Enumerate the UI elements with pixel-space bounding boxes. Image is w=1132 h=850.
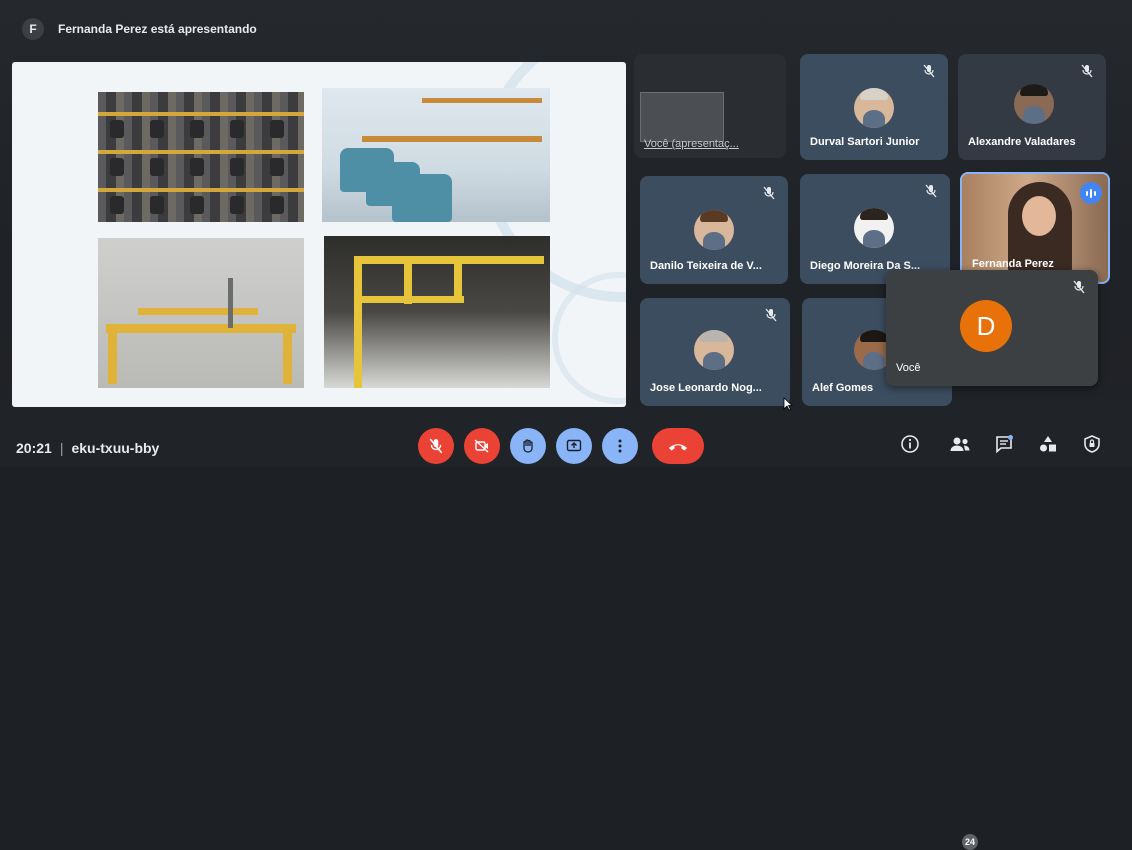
host-controls-button[interactable] bbox=[1078, 430, 1106, 458]
raise-hand-icon bbox=[523, 439, 533, 453]
people-icon bbox=[950, 437, 970, 451]
more-options-icon bbox=[618, 439, 622, 453]
mic-off-icon bbox=[923, 64, 935, 78]
tile-participant[interactable]: Diego Moreira Da S... bbox=[800, 174, 950, 284]
participant-name: Alef Gomes bbox=[812, 382, 874, 394]
meeting-info: 20:21 | eku-txuu-bby bbox=[16, 440, 159, 456]
separator: | bbox=[59, 440, 64, 456]
slide-decoration bbox=[552, 272, 626, 404]
end-call-button[interactable] bbox=[652, 428, 704, 464]
mic-off-icon bbox=[1073, 280, 1085, 294]
presentation-thumbnail-caption bbox=[640, 70, 642, 76]
avatar bbox=[1014, 84, 1054, 124]
tile-participant[interactable]: Alexandre Valadares bbox=[958, 54, 1106, 160]
activities-icon bbox=[1040, 436, 1056, 452]
self-view-tile[interactable]: D Você bbox=[886, 270, 1098, 386]
participant-name: Durval Sartori Junior bbox=[810, 136, 920, 148]
participant-name: Fernanda Perez bbox=[972, 258, 1054, 270]
presenter-avatar: F bbox=[22, 18, 44, 40]
end-call-icon bbox=[669, 444, 687, 451]
tile-presentation[interactable]: Você (apresentaç... bbox=[634, 54, 786, 158]
avatar bbox=[694, 330, 734, 370]
mic-toggle-button[interactable] bbox=[418, 428, 454, 464]
camera-toggle-button[interactable] bbox=[464, 428, 500, 464]
present-screen-button[interactable] bbox=[556, 428, 592, 464]
more-options-button[interactable] bbox=[602, 428, 638, 464]
tile-participant[interactable]: Jose Leonardo Nog... bbox=[640, 298, 790, 406]
slide-photo-pipe-installation bbox=[324, 236, 550, 388]
chat-icon bbox=[996, 435, 1013, 454]
avatar bbox=[854, 208, 894, 248]
info-icon bbox=[901, 435, 919, 453]
participant-name: Você (apresentaç... bbox=[644, 138, 739, 150]
mic-off-icon bbox=[765, 308, 777, 322]
mic-off-icon bbox=[763, 186, 775, 200]
speaking-indicator-icon bbox=[1080, 182, 1102, 204]
participant-name: Danilo Teixeira de V... bbox=[650, 260, 762, 272]
people-count-badge: 24 bbox=[962, 834, 978, 850]
meet-window: F Fernanda Perez está apresentando Você … bbox=[0, 0, 1132, 850]
tile-participant[interactable]: Durval Sartori Junior bbox=[800, 54, 948, 160]
camera-off-icon bbox=[474, 439, 489, 453]
tile-participant-speaking[interactable]: Fernanda Perez bbox=[960, 172, 1110, 284]
people-button[interactable] bbox=[946, 430, 974, 458]
avatar bbox=[694, 210, 734, 250]
bottom-bar: 20:21 | eku-txuu-bby 24 bbox=[0, 416, 1132, 850]
avatar bbox=[854, 88, 894, 128]
meeting-code: eku-txuu-bby bbox=[71, 440, 160, 456]
video-face bbox=[1022, 196, 1056, 236]
info-button[interactable] bbox=[896, 430, 924, 458]
activities-button[interactable] bbox=[1034, 430, 1062, 458]
presented-slide[interactable] bbox=[12, 62, 626, 407]
mic-off-icon bbox=[925, 184, 937, 198]
participant-name: Alexandre Valadares bbox=[968, 136, 1076, 148]
presenter-text: Fernanda Perez está apresentando bbox=[58, 22, 257, 36]
participant-name: Jose Leonardo Nog... bbox=[650, 382, 762, 394]
mic-off-icon bbox=[429, 438, 443, 454]
slide-photo-yellow-pipes bbox=[98, 238, 304, 388]
raise-hand-button[interactable] bbox=[510, 428, 546, 464]
mic-off-icon bbox=[1081, 64, 1093, 78]
present-screen-icon bbox=[566, 439, 582, 452]
presenter-bar: F Fernanda Perez está apresentando bbox=[8, 12, 1108, 46]
self-name: Você bbox=[896, 362, 921, 374]
tile-participant[interactable]: Danilo Teixeira de V... bbox=[640, 176, 788, 284]
clock: 20:21 bbox=[16, 440, 52, 456]
slide-photo-gas-meters bbox=[98, 92, 304, 222]
slide-photo-gas-cylinders bbox=[322, 88, 550, 222]
mouse-cursor-icon bbox=[783, 397, 793, 411]
presentation-thumbnail bbox=[640, 92, 724, 142]
chat-button[interactable] bbox=[990, 430, 1018, 458]
shield-icon bbox=[1084, 435, 1100, 453]
self-avatar: D bbox=[960, 300, 1012, 352]
